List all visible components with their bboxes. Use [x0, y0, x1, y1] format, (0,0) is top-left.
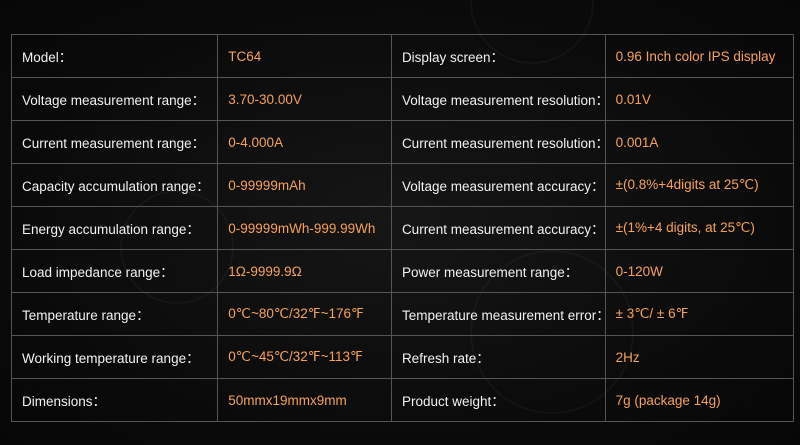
spec-label: Display screen： [390, 34, 606, 78]
spec-value: 0-4.000A [217, 120, 392, 164]
spec-value: 0.01V [604, 77, 795, 121]
spec-value: 1Ω-9999.9Ω [217, 249, 392, 293]
spec-sheet: Model： TC64 Display screen： 0.96 Inch co… [0, 0, 800, 445]
spec-label: Capacity accumulation range： [10, 163, 219, 207]
spec-value: 7g (package 14g) [604, 378, 795, 422]
spec-label: Voltage measurement accuracy： [390, 163, 606, 207]
spec-value: 2Hz [604, 335, 795, 379]
spec-value: 3.70-30.00V [217, 77, 392, 121]
spec-label: Current measurement range： [10, 120, 219, 164]
spec-label: Temperature range： [10, 292, 219, 336]
spec-value: ± 3℃/ ± 6℉ [604, 292, 795, 336]
spec-value: 0-99999mAh [217, 163, 392, 207]
spec-label: Load impedance range： [10, 249, 219, 293]
spec-value: 0-120W [604, 249, 795, 293]
spec-value: 0-99999mWh-999.99Wh [217, 206, 392, 250]
spec-value: 0℃~80℃/32℉~176℉ [217, 292, 392, 336]
spec-label: Dimensions： [10, 378, 219, 422]
spec-label: Current measurement accuracy： [390, 206, 606, 250]
spec-value: ±(1%+4 digits, at 25℃) [604, 206, 795, 250]
spec-row-temperature: Temperature range： 0℃~80℃/32℉~176℉ Tempe… [10, 292, 795, 336]
specifications-table: Model： TC64 Display screen： 0.96 Inch co… [10, 34, 795, 422]
spec-label: Voltage measurement resolution： [390, 77, 606, 121]
spec-row-model: Model： TC64 Display screen： 0.96 Inch co… [10, 34, 795, 78]
spec-row-capacity: Capacity accumulation range： 0-99999mAh … [10, 163, 795, 207]
spec-value: 0.001A [604, 120, 795, 164]
spec-label: Refresh rate： [390, 335, 606, 379]
spec-value: 50mmx19mmx9mm [217, 378, 392, 422]
spec-value: ±(0.8%+4digits at 25℃) [604, 163, 795, 207]
spec-label: Power measurement range： [390, 249, 606, 293]
spec-row-impedance: Load impedance range： 1Ω-9999.9Ω Power m… [10, 249, 795, 293]
spec-value: 0℃~45℃/32℉~113℉ [217, 335, 392, 379]
spec-label: Temperature measurement error： [390, 292, 606, 336]
spec-label: Voltage measurement range： [10, 77, 219, 121]
spec-row-dimensions: Dimensions： 50mmx19mmx9mm Product weight… [10, 378, 795, 422]
spec-label: Working temperature range： [10, 335, 219, 379]
spec-row-current: Current measurement range： 0-4.000A Curr… [10, 120, 795, 164]
spec-row-working-temperature: Working temperature range： 0℃~45℃/32℉~11… [10, 335, 795, 379]
spec-label: Product weight： [390, 378, 606, 422]
spec-label: Current measurement resolution： [390, 120, 606, 164]
spec-value: TC64 [217, 34, 392, 78]
spec-value: 0.96 Inch color IPS display [604, 34, 795, 78]
spec-row-voltage: Voltage measurement range： 3.70-30.00V V… [10, 77, 795, 121]
spec-label: Model： [10, 34, 219, 78]
spec-row-energy: Energy accumulation range： 0-99999mWh-99… [10, 206, 795, 250]
spec-label: Energy accumulation range： [10, 206, 219, 250]
